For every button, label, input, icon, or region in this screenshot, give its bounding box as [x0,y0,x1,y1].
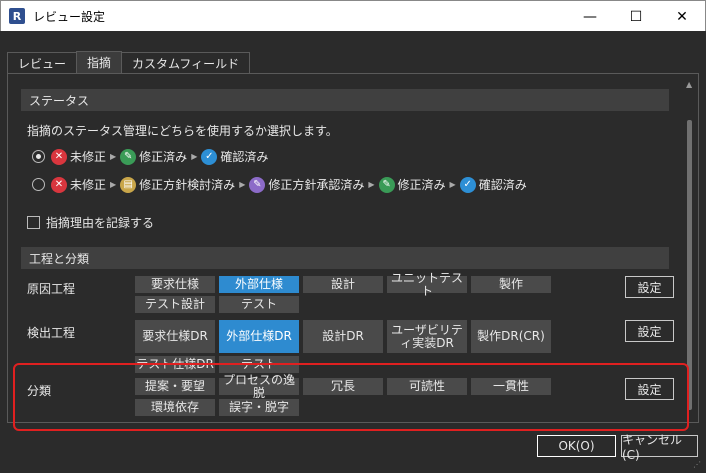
detect-chip[interactable]: ユーザビリティ実装DR [387,320,467,353]
cause-chip[interactable]: テスト設計 [135,296,215,313]
status-description: 指摘のステータス管理にどちらを使用するか選択します。 [27,124,338,138]
flow-step: 修正方針検討済み [139,178,236,192]
arrow-right-icon: ▶ [368,180,375,189]
radio-flow-simple[interactable] [32,150,45,163]
flow-step: 確認済み [478,178,527,192]
detect-chip[interactable]: 要求仕様DR [135,320,215,353]
detect-settings-button[interactable]: 設定 [625,320,674,342]
confirmed-icon: ✓ [201,148,218,165]
cause-chip-selected[interactable]: 外部仕様 [219,276,299,293]
minimize-button[interactable]: — [567,1,613,32]
flow-step: 修正済み [397,178,446,192]
confirmed-icon: ✓ [459,176,476,193]
arrow-right-icon: ▶ [449,180,456,189]
tab-review[interactable]: レビュー [7,52,78,73]
arrow-right-icon: ▶ [110,152,117,161]
close-button[interactable]: ✕ [659,1,705,32]
fixed-icon: ✎ [378,176,395,193]
detect-chip-selected[interactable]: 外部仕様DR [219,320,299,353]
cause-chip[interactable]: ユニットテスト [387,271,467,297]
tab-comments[interactable]: 指摘 [76,51,123,73]
app-logo-icon: R [9,8,25,24]
policy-reviewed-icon: ▤ [120,176,137,193]
status-flow-simple[interactable]: ✕ 未修正 ▶ ✎ 修正済み ▶ ✓ 確認済み [32,148,268,165]
cause-settings-button[interactable]: 設定 [625,276,674,298]
detect-chip[interactable]: 製作DR(CR) [471,320,551,353]
window-title: レビュー設定 [33,9,106,24]
cause-chip[interactable]: テスト [219,296,299,313]
record-reason-label: 指摘理由を記録する [46,216,155,230]
resize-grip-icon[interactable]: ⋰ [693,460,703,470]
cause-chip[interactable]: 要求仕様 [135,276,215,293]
unfixed-icon: ✕ [51,176,67,193]
title-bar: R レビュー設定 — ☐ ✕ [0,0,706,31]
maximize-button[interactable]: ☐ [613,1,659,32]
flow-step: 確認済み [220,150,269,164]
tab-bar: レビュー 指摘 カスタムフィールド [7,51,251,73]
cause-chip[interactable]: 設計 [303,276,383,293]
arrow-right-icon: ▶ [239,180,246,189]
record-reason-checkbox-row[interactable]: 指摘理由を記録する [27,214,154,231]
detect-process-label: 検出工程 [27,326,76,340]
radio-flow-detailed[interactable] [32,178,45,191]
detect-chip[interactable]: 設計DR [303,320,383,353]
record-reason-checkbox[interactable] [27,216,40,229]
arrow-right-icon: ▶ [110,180,117,189]
highlight-frame [13,363,689,431]
flow-step: 修正済み [139,150,188,164]
cause-process-label: 原因工程 [27,282,76,296]
flow-step: 修正方針承認済み [268,178,365,192]
process-section-header: 工程と分類 [21,247,669,269]
scroll-up-arrow-icon[interactable]: ▲ [686,80,692,89]
status-flow-detailed[interactable]: ✕ 未修正 ▶ ▤ 修正方針検討済み ▶ ✎ 修正方針承認済み ▶ ✎ 修正済み… [32,176,527,193]
arrow-right-icon: ▶ [191,152,198,161]
flow-step: 未修正 [70,150,107,164]
unfixed-icon: ✕ [51,148,67,165]
cancel-button[interactable]: キャンセル(C) [621,433,698,462]
status-section-header: ステータス [21,89,669,111]
flow-step: 未修正 [70,178,107,192]
fixed-icon: ✎ [120,148,137,165]
cause-chip[interactable]: 製作 [471,276,551,293]
policy-approved-icon: ✎ [249,176,266,193]
tab-custom-fields[interactable]: カスタムフィールド [121,52,251,73]
ok-button[interactable]: OK(O) [537,435,616,457]
